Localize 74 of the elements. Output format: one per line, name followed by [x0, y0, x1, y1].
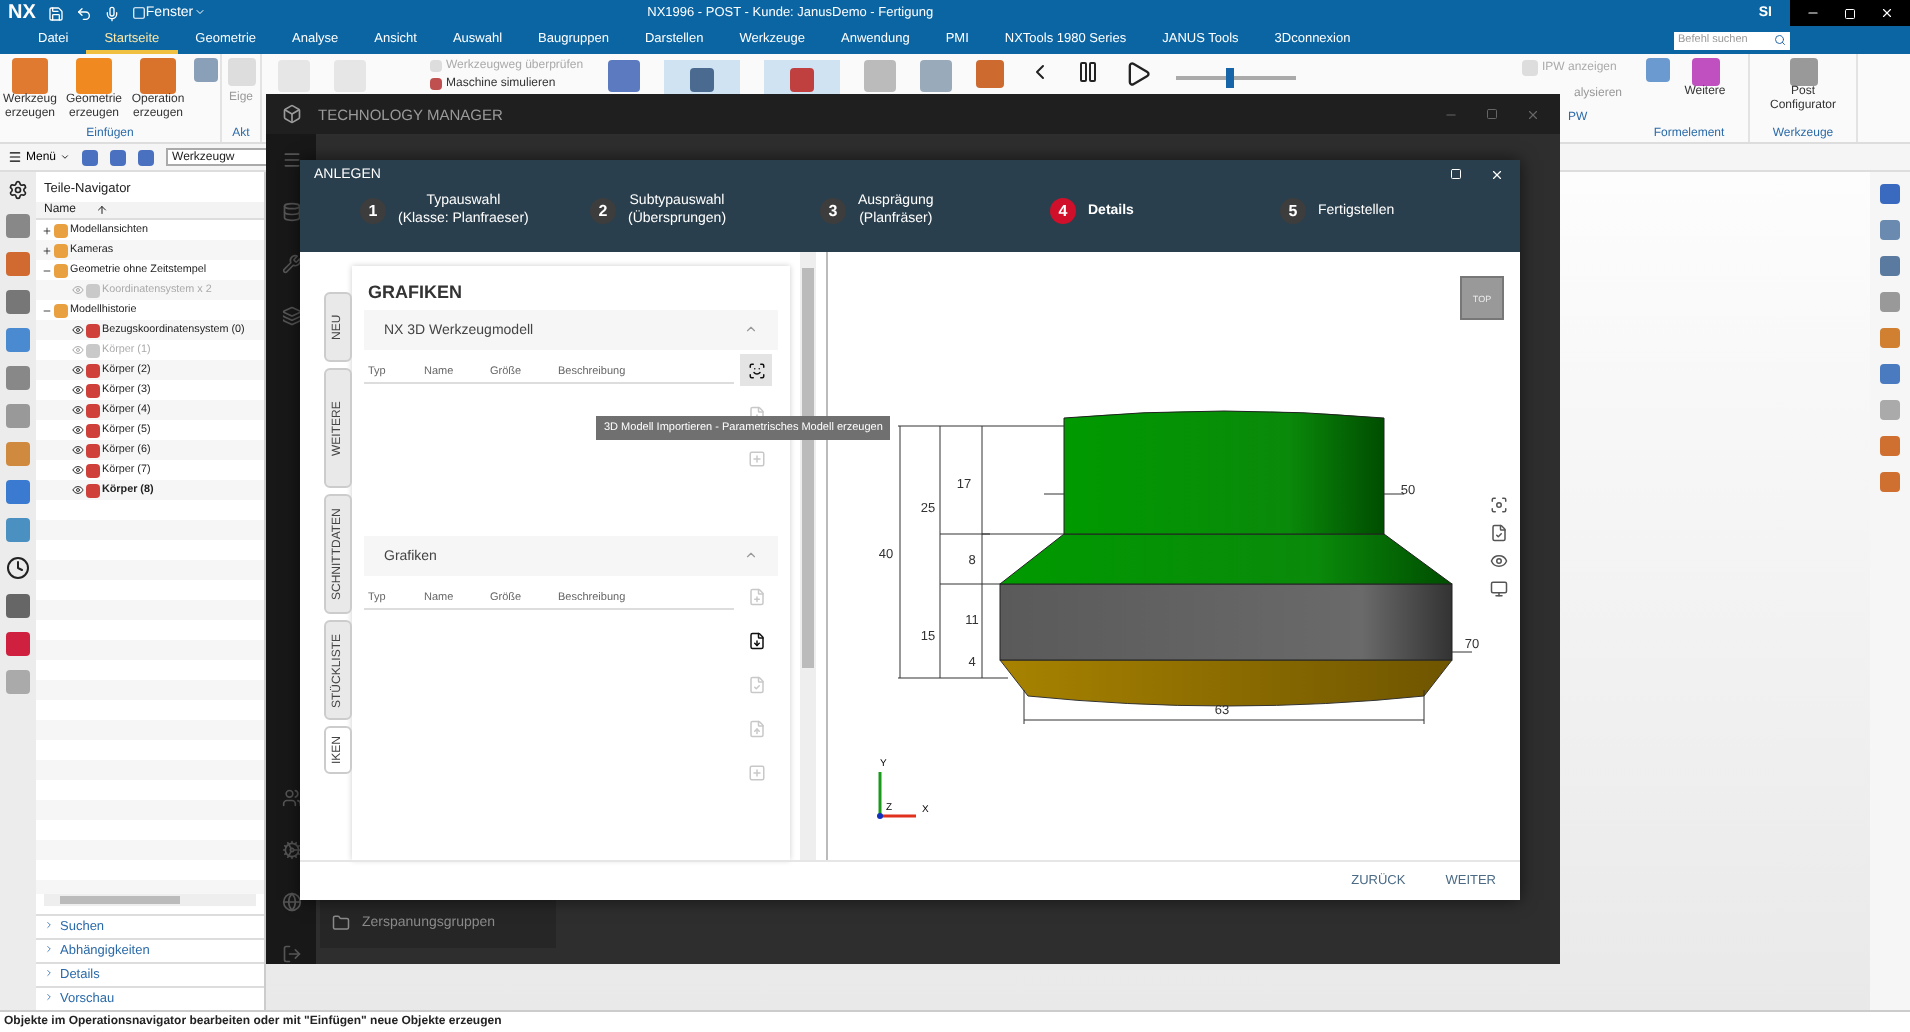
save-icon[interactable] [47, 5, 64, 21]
eye-icon [72, 444, 84, 456]
navigator-icon[interactable] [6, 328, 30, 352]
navigator-icon[interactable] [6, 518, 30, 542]
action-button[interactable] [740, 354, 772, 386]
settings-icon[interactable] [8, 180, 28, 200]
pause-icon[interactable] [1075, 60, 1100, 84]
navigator-icon[interactable] [6, 442, 30, 466]
wrench-icon[interactable] [281, 254, 301, 274]
clock-icon[interactable] [6, 556, 30, 580]
monitor-icon[interactable] [1490, 580, 1508, 598]
eye-icon [72, 284, 84, 296]
eye-icon [72, 404, 84, 416]
navigator-icon[interactable] [6, 290, 30, 314]
expand-icon[interactable] [42, 245, 52, 255]
expand-icon[interactable] [42, 225, 52, 235]
axis-triad-icon [877, 772, 916, 819]
disabled-command-icon [278, 60, 310, 92]
body-icon [86, 283, 100, 297]
layers-icon[interactable] [281, 306, 301, 326]
navigator-icon[interactable] [6, 252, 30, 276]
scrollbar[interactable] [44, 894, 256, 906]
eye-icon [72, 344, 84, 356]
edit-view-icon[interactable] [1490, 524, 1508, 542]
toolbar-icon[interactable] [194, 58, 218, 82]
step-number: 3 [820, 197, 846, 223]
toolbar-icon[interactable] [1645, 58, 1669, 82]
navigator-icon[interactable] [6, 404, 30, 428]
app-logo: NX [8, 2, 36, 24]
menu-icon [8, 150, 22, 164]
eye-icon [72, 464, 84, 476]
step-number: 1 [360, 197, 386, 223]
microphone-icon[interactable] [103, 5, 120, 21]
navigator-icon[interactable] [6, 632, 30, 656]
sort-icon[interactable] [96, 204, 109, 216]
eye-icon [72, 364, 84, 376]
logout-icon[interactable] [281, 944, 301, 964]
caret-icon [193, 6, 206, 18]
toolbar-icon[interactable] [607, 60, 640, 92]
navigator-icon[interactable] [6, 480, 30, 504]
app-icon [282, 104, 302, 124]
navigator-icon[interactable] [6, 366, 30, 390]
eye-icon [72, 484, 84, 496]
folder-icon [332, 913, 350, 931]
play-icon[interactable] [1123, 60, 1152, 88]
caret-icon [60, 152, 71, 162]
undo-icon[interactable] [75, 5, 92, 21]
slider-thumb[interactable] [1225, 68, 1234, 88]
toolbar-icon[interactable] [919, 60, 952, 92]
eye-icon [72, 384, 84, 396]
toolbar-icon[interactable] [863, 60, 896, 92]
folder-icon [54, 303, 68, 317]
window-icon [131, 6, 146, 20]
eye-icon [72, 424, 84, 436]
navigator-icon[interactable] [6, 214, 30, 238]
search-icon [1774, 34, 1786, 46]
database-icon[interactable] [281, 202, 301, 222]
menu-icon[interactable] [281, 150, 301, 170]
settings-icon[interactable] [281, 840, 301, 860]
users-icon[interactable] [281, 788, 301, 808]
collapse-icon[interactable] [42, 265, 52, 275]
globe-icon[interactable] [281, 892, 301, 912]
step-number: 5 [1280, 197, 1306, 223]
eye-icon[interactable] [1490, 552, 1508, 570]
fit-view-icon[interactable] [1490, 496, 1508, 514]
minimize-icon[interactable] [1806, 6, 1820, 20]
disabled-command-icon [334, 60, 366, 92]
navigator-icon[interactable] [6, 594, 30, 618]
panel-title: GRAFIKEN [366, 280, 464, 306]
eye-icon [72, 324, 84, 336]
step-number: 4 [1050, 197, 1076, 223]
step-number: 2 [590, 197, 616, 223]
toolbar-icon[interactable] [975, 60, 1004, 88]
collapse-icon[interactable] [42, 305, 52, 315]
